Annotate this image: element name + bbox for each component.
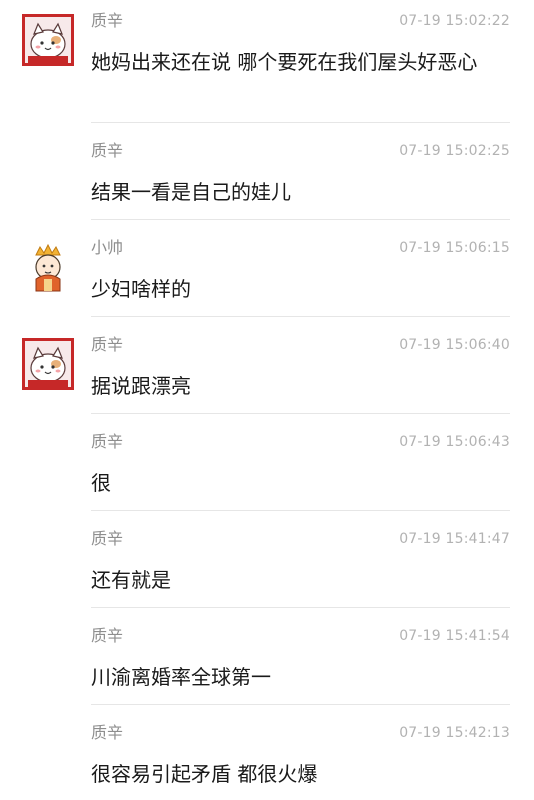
divider — [91, 316, 510, 317]
divider — [91, 510, 510, 511]
message-text: 还有就是 — [91, 568, 171, 592]
message-item: 质辛 07-19 15:02:25 结果一看是自己的娃儿 — [0, 140, 534, 220]
sender-name: 质辛 — [91, 529, 124, 548]
message-timestamp: 07-19 15:06:43 — [399, 434, 510, 450]
divider — [91, 704, 510, 705]
message-item: 质辛 07-19 15:42:13 很容易引起矛盾 都很火爆 — [0, 722, 534, 800]
divider — [91, 219, 510, 220]
sender-name: 小帅 — [91, 238, 124, 257]
message-item: 质辛 07-19 15:41:47 还有就是 — [0, 528, 534, 608]
message-text: 她妈出来还在说 哪个要死在我们屋头好恶心 — [91, 50, 478, 74]
cartoon-person-avatar-icon[interactable] — [22, 241, 74, 293]
sender-name: 质辛 — [91, 723, 124, 742]
message-timestamp: 07-19 15:06:15 — [399, 240, 510, 256]
message-text: 结果一看是自己的娃儿 — [91, 180, 291, 204]
message-item: 质辛 07-19 15:06:40 据说跟漂亮 — [0, 334, 534, 414]
message-timestamp: 07-19 15:02:25 — [399, 143, 510, 159]
sender-name: 质辛 — [91, 141, 124, 160]
sender-name: 质辛 — [91, 432, 124, 451]
divider — [91, 413, 510, 414]
sender-name: 质辛 — [91, 626, 124, 645]
cat-avatar-icon[interactable] — [22, 338, 74, 390]
message-timestamp: 07-19 15:06:40 — [399, 337, 510, 353]
message-text: 很容易引起矛盾 都很火爆 — [91, 762, 318, 786]
sender-name: 质辛 — [91, 335, 124, 354]
message-timestamp: 07-19 15:41:54 — [399, 628, 510, 644]
message-text: 据说跟漂亮 — [91, 374, 191, 398]
message-item: 质辛 07-19 15:06:43 很 — [0, 431, 534, 511]
message-item: 小帅 07-19 15:06:15 少妇啥样的 — [0, 237, 534, 317]
message-text: 很 — [91, 471, 111, 495]
message-item: 质辛 07-19 15:02:22 她妈出来还在说 哪个要死在我们屋头好恶心 — [0, 10, 534, 120]
message-text: 少妇啥样的 — [91, 277, 191, 301]
message-timestamp: 07-19 15:42:13 — [399, 725, 510, 741]
cat-avatar-icon[interactable] — [22, 14, 74, 66]
message-item: 质辛 07-19 15:41:54 川渝离婚率全球第一 — [0, 625, 534, 705]
message-timestamp: 07-19 15:02:22 — [399, 13, 510, 29]
message-text: 川渝离婚率全球第一 — [91, 665, 271, 689]
message-timestamp: 07-19 15:41:47 — [399, 531, 510, 547]
divider — [91, 122, 510, 123]
sender-name: 质辛 — [91, 11, 124, 30]
divider — [91, 607, 510, 608]
